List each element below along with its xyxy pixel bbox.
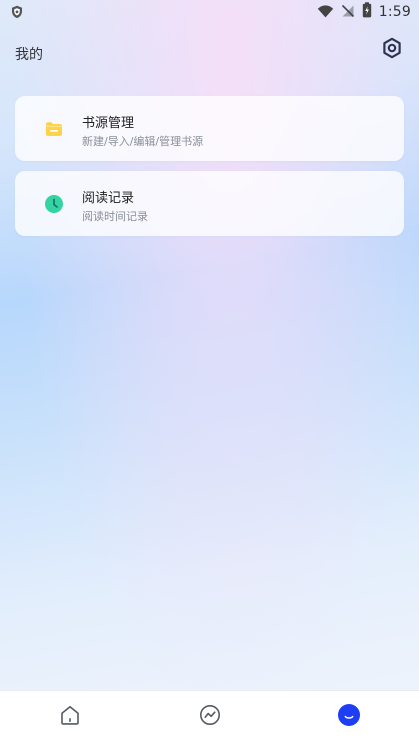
nav-trend[interactable] [198,705,222,729]
signal-off-icon [341,3,355,22]
card-subtitle: 新建/导入/编辑/管理书源 [82,135,204,148]
home-icon [58,703,82,731]
settings-button[interactable] [380,36,404,64]
bottom-nav [0,690,419,744]
card-title: 书源管理 [82,116,135,131]
status-icons: 1:59 [317,2,411,22]
wifi-icon [317,3,334,22]
book-source-management-card[interactable]: 书源管理 新建/导入/编辑/管理书源 [15,96,404,161]
page-header: 我的 [0,34,419,74]
nav-home[interactable] [58,705,82,729]
folder-icon [43,118,65,140]
status-bar: 1:59 [0,0,419,24]
menu-cards: 书源管理 新建/导入/编辑/管理书源 阅读记录 阅读时间记录 [15,96,404,246]
shield-icon [11,4,23,19]
page-title: 我的 [15,47,43,63]
nav-profile[interactable] [337,703,361,731]
reading-history-card[interactable]: 阅读记录 阅读时间记录 [15,171,404,236]
card-subtitle: 阅读时间记录 [82,210,148,223]
screen: 1:59 我的 书源管理 新建/导入/编辑/管理书源 阅读记录 阅读时间记录 [0,0,419,744]
gear-icon [380,36,404,64]
trend-icon [198,703,222,731]
profile-icon [337,703,361,731]
status-time: 1:59 [378,4,411,20]
clock-icon [43,193,65,215]
card-title: 阅读记录 [82,191,135,206]
battery-charging-icon [362,2,372,22]
